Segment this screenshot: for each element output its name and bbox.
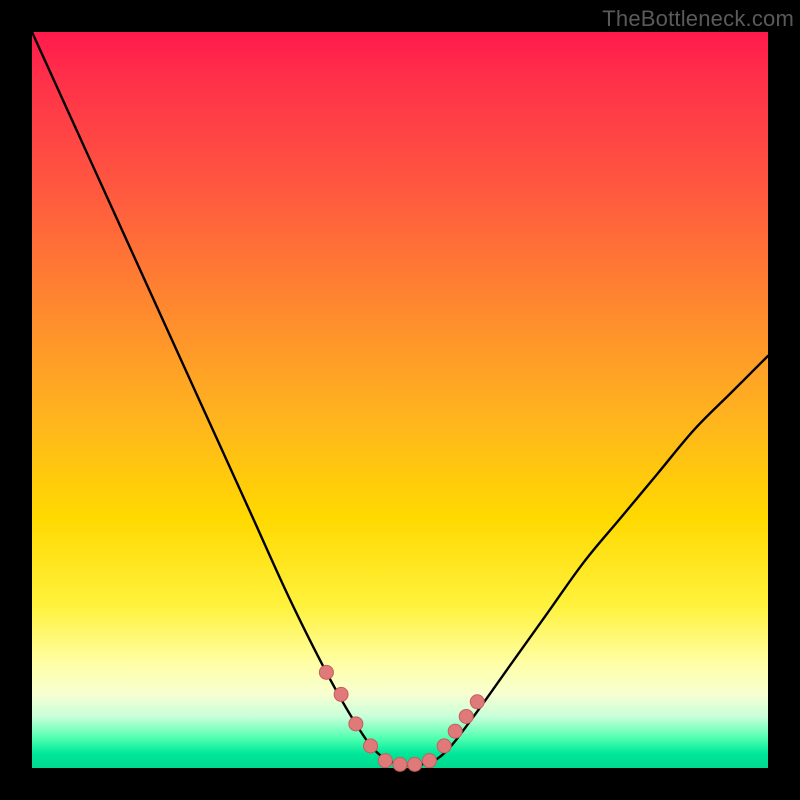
curve-marker (364, 739, 378, 753)
curve-marker (408, 757, 422, 771)
curve-marker (422, 754, 436, 768)
curve-marker (393, 757, 407, 771)
curve-layer (32, 32, 768, 768)
chart-frame: TheBottleneck.com (0, 0, 800, 800)
bottleneck-curve (32, 32, 768, 766)
curve-marker (349, 717, 363, 731)
curve-marker (437, 739, 451, 753)
curve-marker (470, 695, 484, 709)
watermark-text: TheBottleneck.com (602, 6, 794, 32)
curve-marker (319, 665, 333, 679)
curve-markers (319, 665, 484, 771)
curve-marker (378, 754, 392, 768)
curve-marker (459, 709, 473, 723)
curve-marker (334, 687, 348, 701)
curve-marker (448, 724, 462, 738)
